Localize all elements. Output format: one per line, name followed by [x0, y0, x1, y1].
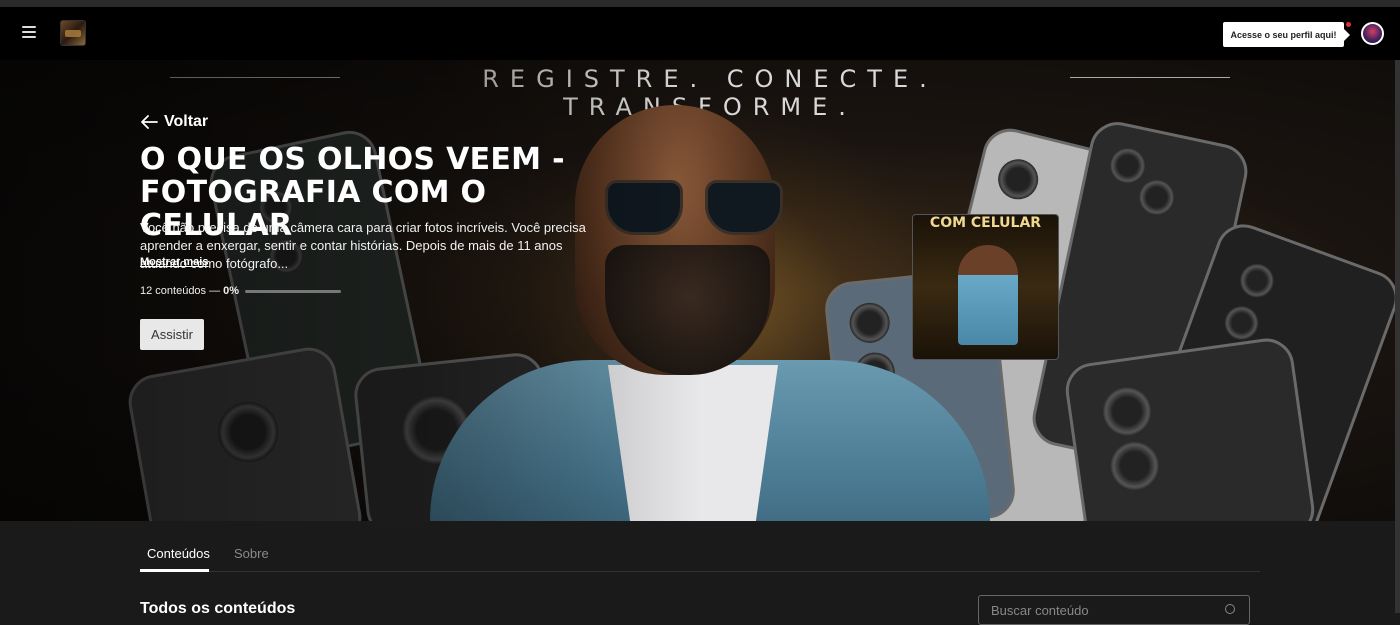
back-label: Voltar [164, 113, 209, 130]
progress-bar [245, 289, 342, 293]
watch-button[interactable]: Assistir [140, 319, 204, 350]
top-header: Acesse o seu perfil aqui! [0, 7, 1400, 60]
content-count: 12 conteúdos — [140, 285, 221, 297]
thumbnail-person [958, 245, 1018, 345]
show-more-link[interactable]: Mostrar mais [140, 256, 208, 268]
hamburger-icon[interactable] [22, 24, 40, 40]
scrollbar[interactable] [1395, 60, 1400, 613]
brand-logo[interactable] [60, 20, 86, 46]
avatar[interactable] [1361, 22, 1384, 45]
back-button[interactable]: Voltar [140, 113, 208, 131]
course-description: Você não precisa de uma câmera cara para… [140, 220, 586, 271]
profile-tooltip[interactable]: Acesse o seu perfil aqui! [1223, 22, 1350, 47]
hero-text-shade [0, 60, 700, 521]
course-thumbnail: COM CELULAR [912, 214, 1059, 360]
tab-sobre[interactable]: Sobre [234, 546, 269, 561]
tagline-divider-right [1070, 77, 1230, 78]
active-tab-indicator [140, 569, 209, 572]
section-title: Todos os conteúdos [140, 600, 296, 617]
notification-dot [1346, 22, 1351, 27]
search-input[interactable] [978, 595, 1250, 625]
tab-bar: Conteúdos Sobre [140, 521, 1260, 572]
progress-percent: 0% [223, 285, 240, 297]
thumbnail-title: COM CELULAR [929, 215, 1042, 231]
arrow-left-icon [141, 115, 158, 129]
browser-top-strip [0, 0, 1400, 7]
tab-conteudos[interactable]: Conteúdos [147, 546, 210, 561]
progress-row: 12 conteúdos — 0% [140, 285, 342, 297]
phone-image-right-4 [1062, 334, 1318, 521]
